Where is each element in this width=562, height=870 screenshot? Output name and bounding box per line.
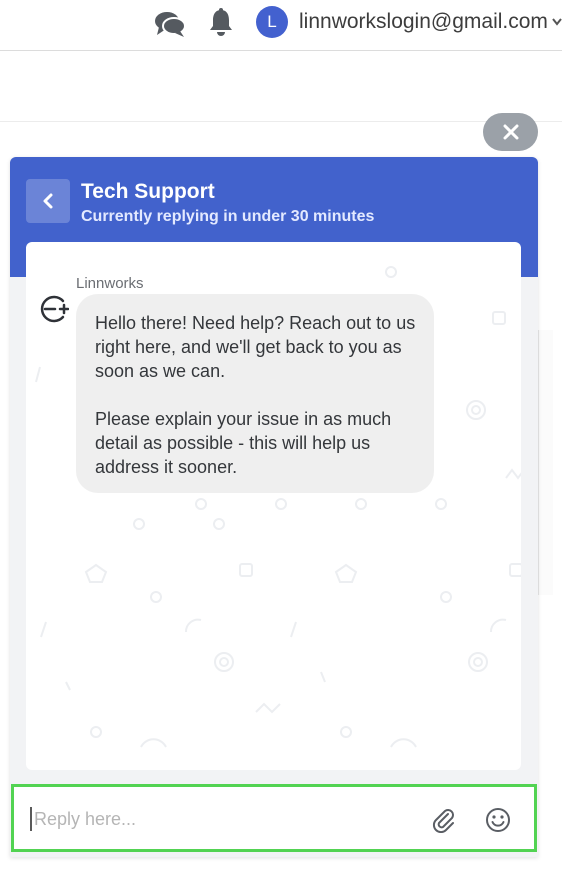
paperclip-icon[interactable]	[431, 807, 457, 833]
bell-icon[interactable]	[206, 7, 236, 37]
chevron-left-icon	[43, 193, 53, 209]
avatar[interactable]: L	[256, 6, 288, 38]
reply-input[interactable]	[30, 807, 414, 831]
chevron-down-icon[interactable]	[552, 16, 562, 28]
chat-subtitle: Currently replying in under 30 minutes	[81, 208, 375, 225]
user-email[interactable]: linnworkslogin@gmail.com	[299, 10, 548, 34]
sender-name: Linnworks	[76, 275, 144, 292]
message-paragraph: Hello there! Need help? Reach out to us …	[95, 313, 416, 381]
reply-composer	[11, 784, 537, 852]
message-list[interactable]: Linnworks Hello there! Need help? Reach …	[26, 242, 521, 770]
back-button[interactable]	[26, 179, 70, 223]
close-icon	[503, 124, 518, 140]
linnworks-logo-icon	[40, 295, 69, 323]
close-chat-button[interactable]	[483, 113, 538, 151]
message-paragraph: Please explain your issue in as much det…	[95, 409, 392, 477]
support-chat-widget: Tech Support Currently replying in under…	[10, 157, 538, 857]
sub-header	[0, 51, 562, 122]
smiley-icon[interactable]	[485, 807, 511, 833]
chat-title: Tech Support	[81, 180, 215, 203]
top-bar: L linnworkslogin@gmail.com	[0, 0, 562, 51]
background-panel-edge	[538, 330, 553, 595]
message-bubble: Hello there! Need help? Reach out to us …	[76, 294, 434, 493]
chat-bubbles-icon[interactable]	[154, 10, 186, 38]
